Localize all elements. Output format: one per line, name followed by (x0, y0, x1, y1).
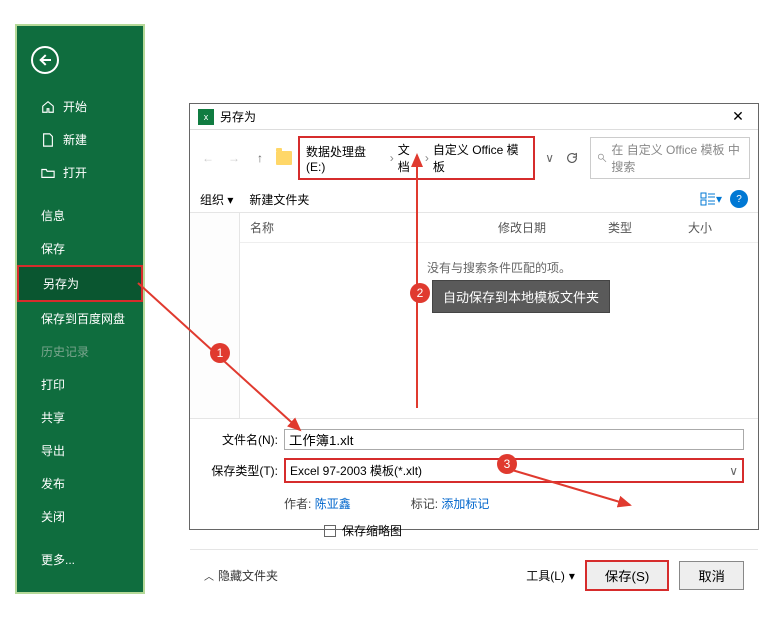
author-label: 作者: (284, 497, 311, 511)
tag-value[interactable]: 添加标记 (441, 497, 489, 511)
nav-label: 另存为 (43, 275, 79, 292)
nav-publish[interactable]: 发布 (17, 467, 143, 500)
nav-label: 信息 (41, 207, 65, 224)
thumb-label: 保存缩略图 (342, 522, 402, 539)
filetype-label: 保存类型(T): (204, 462, 284, 479)
nav-more[interactable]: 更多... (17, 543, 143, 576)
nav-label: 打开 (63, 164, 87, 181)
folder-icon (276, 151, 292, 165)
bc-seg[interactable]: 数据处理盘 (E:) (306, 143, 386, 174)
annotation-badge-1: 1 (210, 343, 230, 363)
nav-label: 更多... (41, 551, 75, 568)
help-icon[interactable]: ? (730, 190, 748, 208)
thumbnail-checkbox[interactable]: 保存缩略图 (204, 512, 744, 549)
filetype-value: Excel 97-2003 模板(*.xlt) (290, 462, 422, 479)
nav-export[interactable]: 导出 (17, 434, 143, 467)
nav-new[interactable]: 新建 (17, 123, 143, 156)
form-area: 文件名(N): 保存类型(T): Excel 97-2003 模板(*.xlt)… (190, 418, 758, 549)
chevron-down-icon[interactable]: ∨ (545, 151, 554, 165)
col-type[interactable]: 类型 (608, 219, 688, 236)
home-icon (41, 100, 55, 114)
list-pane: 名称 修改日期 类型 大小 没有与搜索条件匹配的项。 (240, 213, 758, 418)
nav-history[interactable]: 历史记录 (17, 335, 143, 368)
nav-label: 开始 (63, 98, 87, 115)
nav-close[interactable]: 关闭 (17, 500, 143, 533)
breadcrumb[interactable]: 数据处理盘 (E:)› 文档› 自定义 Office 模板 (298, 136, 535, 180)
nav-up-icon[interactable]: ↑ (250, 148, 270, 168)
list-header: 名称 修改日期 类型 大小 (240, 213, 758, 243)
tools-button[interactable]: 工具(L) ▾ (526, 567, 575, 584)
file-list-area: 名称 修改日期 类型 大小 没有与搜索条件匹配的项。 (190, 213, 758, 418)
nav-back-icon: ← (198, 148, 218, 168)
organize-button[interactable]: 组织 ▾ (200, 191, 233, 208)
dialog-title: 另存为 (220, 108, 726, 125)
annotation-badge-3: 3 (497, 454, 517, 474)
annotation-badge-2: 2 (410, 283, 430, 303)
nav-label: 历史记录 (41, 343, 89, 360)
tag-label: 标记: (411, 497, 438, 511)
filename-label: 文件名(N): (204, 431, 284, 448)
nav-print[interactable]: 打印 (17, 368, 143, 401)
bc-seg[interactable]: 自定义 Office 模板 (433, 141, 527, 175)
titlebar: x 另存为 ✕ (190, 104, 758, 130)
refresh-icon[interactable] (560, 146, 584, 170)
author-value[interactable]: 陈亚鑫 (315, 497, 351, 511)
cancel-button[interactable]: 取消 (679, 561, 744, 590)
col-size[interactable]: 大小 (688, 219, 748, 236)
nav-forward-icon: → (224, 148, 244, 168)
backstage-sidebar: 开始 新建 打开 信息 保存 另存为 保存到百度网盘 历史记录 打印 共享 导出… (15, 24, 145, 594)
chevron-down-icon: ∨ (729, 464, 738, 478)
search-input[interactable]: 在 自定义 Office 模板 中搜索 (590, 137, 750, 179)
file-icon (41, 133, 55, 147)
save-as-dialog: x 另存为 ✕ ← → ↑ 数据处理盘 (E:)› 文档› 自定义 Office… (189, 103, 759, 530)
toolbar: 组织 ▾ 新建文件夹 ▾ ? (190, 186, 758, 213)
nav-info[interactable]: 信息 (17, 199, 143, 232)
nav-label: 共享 (41, 409, 65, 426)
nav-label: 新建 (63, 131, 87, 148)
nav-label: 导出 (41, 442, 65, 459)
address-bar: ← → ↑ 数据处理盘 (E:)› 文档› 自定义 Office 模板 ∨ 在 … (190, 130, 758, 186)
nav-label: 保存 (41, 240, 65, 257)
checkbox-icon (324, 525, 336, 537)
nav-home[interactable]: 开始 (17, 90, 143, 123)
hide-folders-toggle[interactable]: ︿ 隐藏文件夹 (204, 567, 278, 584)
nav-share[interactable]: 共享 (17, 401, 143, 434)
bc-seg[interactable]: 文档 (398, 141, 421, 175)
folder-open-icon (41, 166, 55, 180)
chevron-up-icon: ︿ (204, 568, 214, 583)
nav-save[interactable]: 保存 (17, 232, 143, 265)
nav-save-as[interactable]: 另存为 (17, 265, 143, 302)
search-placeholder: 在 自定义 Office 模板 中搜索 (611, 141, 743, 175)
col-name[interactable]: 名称 (250, 219, 498, 236)
nav-label: 打印 (41, 376, 65, 393)
tree-pane[interactable] (190, 213, 240, 418)
excel-icon: x (198, 109, 214, 125)
nav-save-baidu[interactable]: 保存到百度网盘 (17, 302, 143, 335)
dialog-footer: ︿ 隐藏文件夹 工具(L) ▾ 保存(S) 取消 (190, 549, 758, 601)
col-date[interactable]: 修改日期 (498, 219, 608, 236)
nav-label: 关闭 (41, 508, 65, 525)
annotation-tooltip: 自动保存到本地模板文件夹 (432, 280, 610, 313)
search-icon (597, 152, 607, 164)
nav-label: 保存到百度网盘 (41, 310, 125, 327)
new-folder-button[interactable]: 新建文件夹 (249, 191, 309, 208)
back-arrow-icon[interactable] (31, 46, 59, 74)
save-button[interactable]: 保存(S) (585, 560, 669, 591)
close-icon[interactable]: ✕ (726, 108, 750, 125)
nav-open[interactable]: 打开 (17, 156, 143, 189)
nav-label: 发布 (41, 475, 65, 492)
view-mode-icon[interactable]: ▾ (700, 190, 722, 208)
filename-input[interactable] (284, 429, 744, 450)
